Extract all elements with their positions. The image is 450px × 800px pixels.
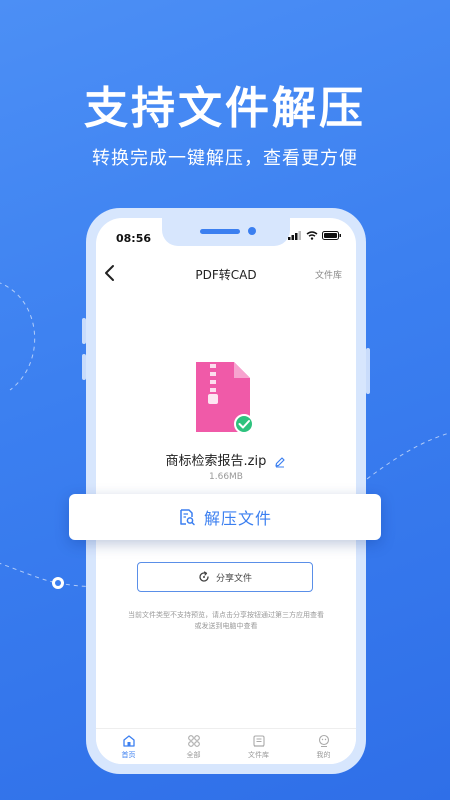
tab-home[interactable]: 首页 [96,729,161,764]
promo-headline: 支持文件解压 [84,83,366,134]
home-icon [122,734,135,747]
battery-icon [322,231,341,240]
tab-profile[interactable]: 我的 [291,729,356,764]
file-name: 商标检索报告.zip [165,454,267,469]
unzip-doc-search-icon [180,509,195,526]
wifi-icon [306,231,318,240]
signal-icon [288,231,301,240]
unzip-file-button[interactable]: 解压文件 [69,494,381,540]
phone-side-button [366,348,370,394]
phone-mockup: 08:56 PDF转CAD 文件库 商标检索报告.zip 1.66MB 分享文件… [82,208,370,774]
share-refresh-icon [199,571,209,582]
tab-file-library[interactable]: 文件库 [226,729,291,764]
phone-side-button [82,318,86,344]
phone-notch [162,218,290,246]
navbar: PDF转CAD 文件库 [96,262,356,286]
folder-icon [252,734,265,747]
edit-pencil-icon[interactable] [274,456,286,468]
promo-subline: 转换完成一键解压，查看更方便 [92,148,358,169]
tab-all[interactable]: 全部 [161,729,226,764]
tab-label: 首页 [121,750,136,759]
status-time: 08:56 [116,232,152,245]
grid-icon [187,734,200,747]
bottom-tab-bar: 首页 全部 文件库 我的 [96,728,356,764]
front-camera [248,227,256,235]
profile-icon [318,734,329,747]
tab-label: 我的 [316,750,331,759]
tab-label: 文件库 [248,750,269,759]
tab-label: 全部 [186,750,201,759]
speaker-grill [200,229,240,234]
file-size: 1.66MB [209,472,243,482]
status-icons [288,231,342,240]
share-file-label: 分享文件 [215,573,252,584]
unzip-file-label: 解压文件 [203,509,272,528]
share-file-button[interactable]: 分享文件 [137,562,313,592]
preview-unsupported-note: 当前文件类型不支持预览，请点击分享按钮通过第三方应用查看或发送到电脑中查看 [128,611,324,630]
phone-screen: 08:56 PDF转CAD 文件库 商标检索报告.zip 1.66MB 分享文件… [96,218,356,764]
zip-file-icon [196,362,254,434]
phone-side-button [82,354,86,380]
file-library-link[interactable]: 文件库 [315,268,342,281]
file-name-row: 商标检索报告.zip [96,450,356,469]
